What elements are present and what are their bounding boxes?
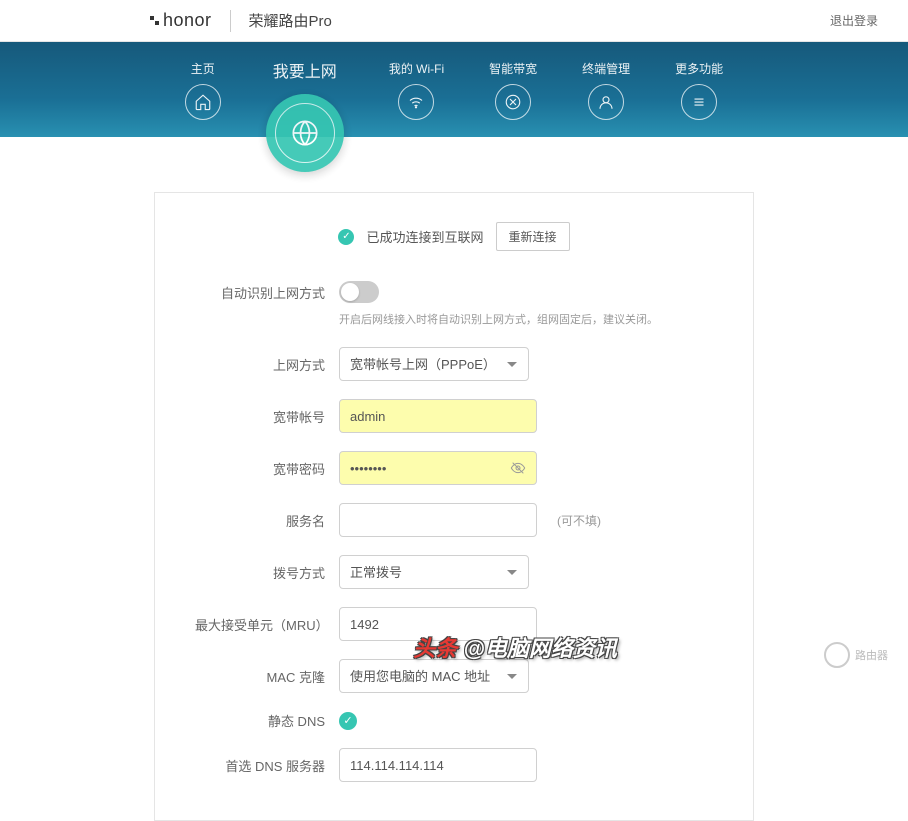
status-row: ✓ 已成功连接到互联网 重新连接	[195, 222, 713, 251]
auto-detect-label: 自动识别上网方式	[195, 283, 325, 302]
watermark: 路由器	[824, 642, 888, 668]
nav-terminal-label: 终端管理	[582, 60, 630, 77]
dns-checkbox[interactable]: ✓	[339, 712, 357, 730]
eye-icon[interactable]	[509, 460, 527, 476]
nav-internet[interactable]: 我要上网	[266, 58, 344, 172]
service-input[interactable]	[339, 503, 537, 537]
header-bar: honor 荣耀路由Pro 退出登录	[0, 0, 908, 42]
dns1-label: 首选 DNS 服务器	[195, 756, 325, 775]
nav-terminal[interactable]: 终端管理	[582, 60, 630, 120]
home-icon	[185, 84, 221, 120]
wifi-icon	[398, 84, 434, 120]
mru-label: 最大接受单元（MRU）	[195, 615, 325, 634]
bandwidth-icon	[495, 84, 531, 120]
auto-detect-desc: 开启后网线接入时将自动识别上网方式，组网固定后，建议关闭。	[339, 311, 713, 327]
brand-logo: honor	[150, 10, 212, 31]
nav-more-label: 更多功能	[675, 60, 723, 77]
user-label: 宽带帐号	[195, 407, 325, 426]
auto-detect-toggle[interactable]	[339, 281, 379, 303]
dial-label: 拨号方式	[195, 563, 325, 582]
mode-select[interactable]: 宽带帐号上网（PPPoE）	[339, 347, 529, 381]
menu-icon	[681, 84, 717, 120]
nav-internet-label: 我要上网	[273, 58, 337, 82]
logout-link[interactable]: 退出登录	[830, 12, 878, 29]
check-icon: ✓	[338, 229, 354, 245]
user-icon	[588, 84, 624, 120]
mac-label: MAC 克隆	[195, 667, 325, 686]
nav-home[interactable]: 主页	[185, 60, 221, 120]
dns-label: 静态 DNS	[195, 711, 325, 730]
status-text: 已成功连接到互联网	[366, 227, 483, 246]
brand-name: 荣耀路由Pro	[249, 10, 332, 31]
user-input[interactable]	[339, 399, 537, 433]
pass-input[interactable]	[339, 451, 537, 485]
watermark-icon	[824, 642, 850, 668]
settings-card: ✓ 已成功连接到互联网 重新连接 自动识别上网方式 开启后网线接入时将自动识别上…	[154, 192, 754, 821]
nav-wifi[interactable]: 我的 Wi-Fi	[389, 60, 444, 120]
nav-more[interactable]: 更多功能	[675, 60, 723, 120]
brand: honor 荣耀路由Pro	[150, 10, 332, 32]
pass-label: 宽带密码	[195, 459, 325, 478]
globe-icon	[275, 103, 335, 163]
nav-bandwidth-label: 智能带宽	[489, 60, 537, 77]
toutiao-watermark: 头条 @电脑网络资讯	[413, 631, 617, 663]
nav-banner: 主页 我要上网 我的 Wi-Fi 智能带宽 终端管理 更多功能	[0, 42, 908, 137]
nav-wifi-label: 我的 Wi-Fi	[389, 60, 444, 77]
mac-select[interactable]: 使用您电脑的 MAC 地址	[339, 659, 529, 693]
nav-bandwidth[interactable]: 智能带宽	[489, 60, 537, 120]
dial-select[interactable]: 正常拨号	[339, 555, 529, 589]
watermark-text: 路由器	[855, 647, 888, 663]
service-label: 服务名	[195, 511, 325, 530]
brand-separator	[230, 10, 231, 32]
dns1-input[interactable]	[339, 748, 537, 782]
mode-label: 上网方式	[195, 355, 325, 374]
nav-home-label: 主页	[191, 60, 215, 77]
service-hint: (可不填)	[557, 512, 601, 529]
reconnect-button[interactable]: 重新连接	[496, 222, 570, 251]
